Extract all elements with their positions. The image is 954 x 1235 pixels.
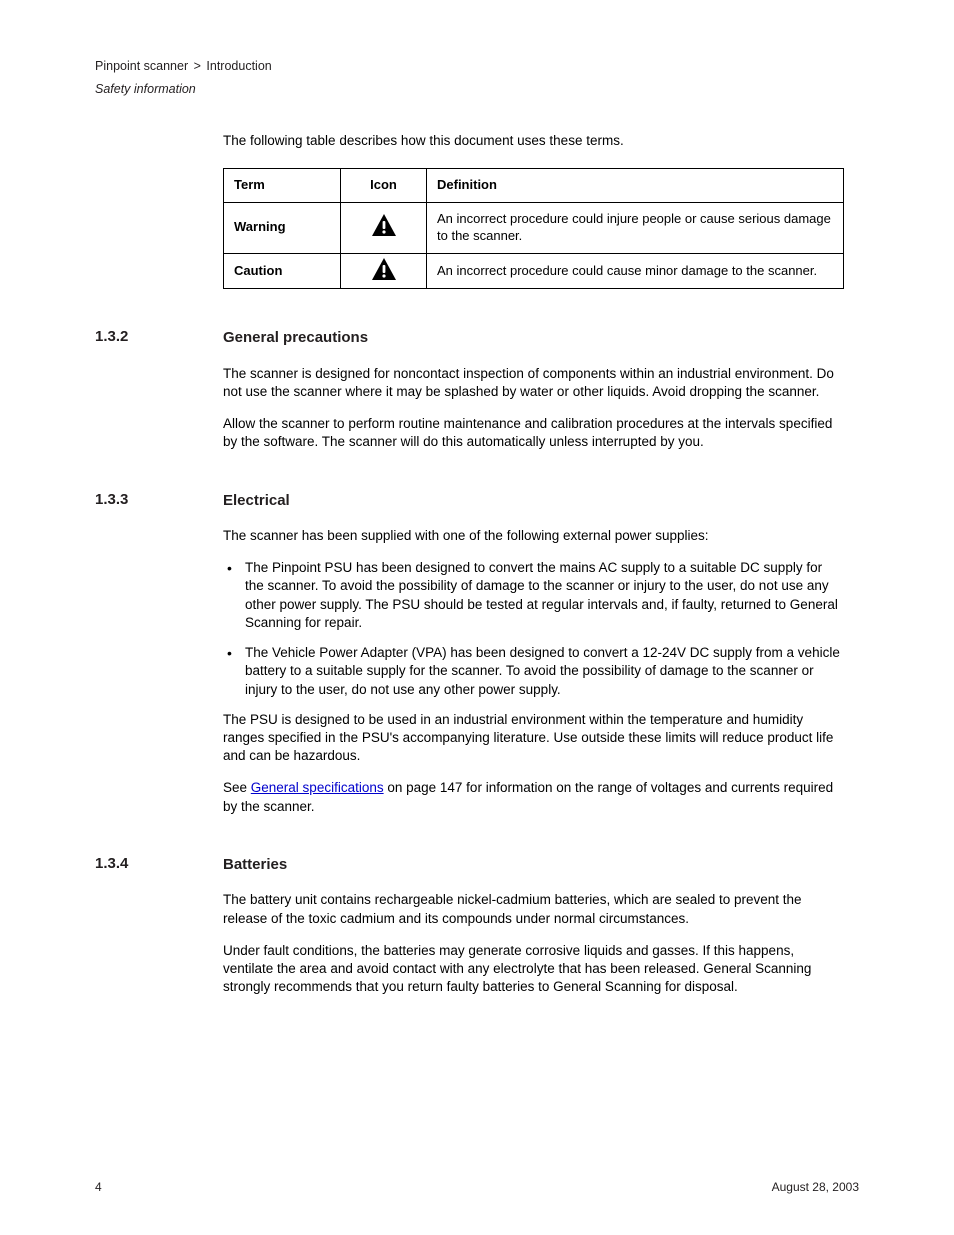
cell-definition: An incorrect procedure could cause minor…: [427, 253, 844, 289]
th-term: Term: [224, 168, 341, 202]
cell-term: Warning: [224, 202, 341, 253]
page-number: 4: [95, 1179, 102, 1195]
th-definition: Definition: [427, 168, 844, 202]
footer-date: August 28, 2003: [772, 1179, 859, 1195]
table-row: Warning An incorrect procedure could inj…: [224, 202, 844, 253]
list-item: The Vehicle Power Adapter (VPA) has been…: [223, 644, 844, 699]
table-row: Caution An incorrect procedure could cau…: [224, 253, 844, 289]
cell-icon: [341, 253, 427, 289]
text-fragment: See: [223, 780, 251, 795]
page-title: Safety information: [95, 81, 864, 98]
th-icon: Icon: [341, 168, 427, 202]
body-text: The PSU is designed to be used in an ind…: [223, 711, 844, 766]
section-heading: Batteries: [223, 855, 864, 875]
body-text: Allow the scanner to perform routine mai…: [223, 415, 844, 451]
intro-text: The following table describes how this d…: [223, 132, 844, 150]
section-heading: General precautions: [223, 328, 864, 348]
breadcrumb-item: Introduction: [206, 59, 271, 73]
body-text: The scanner has been supplied with one o…: [223, 527, 844, 545]
list-item: The Pinpoint PSU has been designed to co…: [223, 559, 844, 632]
body-text: The scanner is designed for noncontact i…: [223, 365, 844, 401]
section-heading: Electrical: [223, 491, 864, 511]
breadcrumb-item: Pinpoint scanner: [95, 59, 188, 73]
breadcrumb-sep: >: [194, 59, 201, 73]
cell-definition: An incorrect procedure could injure peop…: [427, 202, 844, 253]
breadcrumb: Pinpoint scanner > Introduction: [95, 58, 864, 75]
cell-icon: [341, 202, 427, 253]
cross-reference-link[interactable]: General specifications: [251, 780, 384, 795]
body-text: See General specifications on page 147 f…: [223, 779, 844, 815]
body-text: Under fault conditions, the batteries ma…: [223, 942, 844, 997]
table-header-row: Term Icon Definition: [224, 168, 844, 202]
warning-triangle-icon: [372, 268, 396, 283]
warning-triangle-icon: [372, 224, 396, 239]
cell-term: Caution: [224, 253, 341, 289]
definitions-table: Term Icon Definition Warning An incorrec…: [223, 168, 844, 289]
body-text: The battery unit contains rechargeable n…: [223, 891, 844, 927]
